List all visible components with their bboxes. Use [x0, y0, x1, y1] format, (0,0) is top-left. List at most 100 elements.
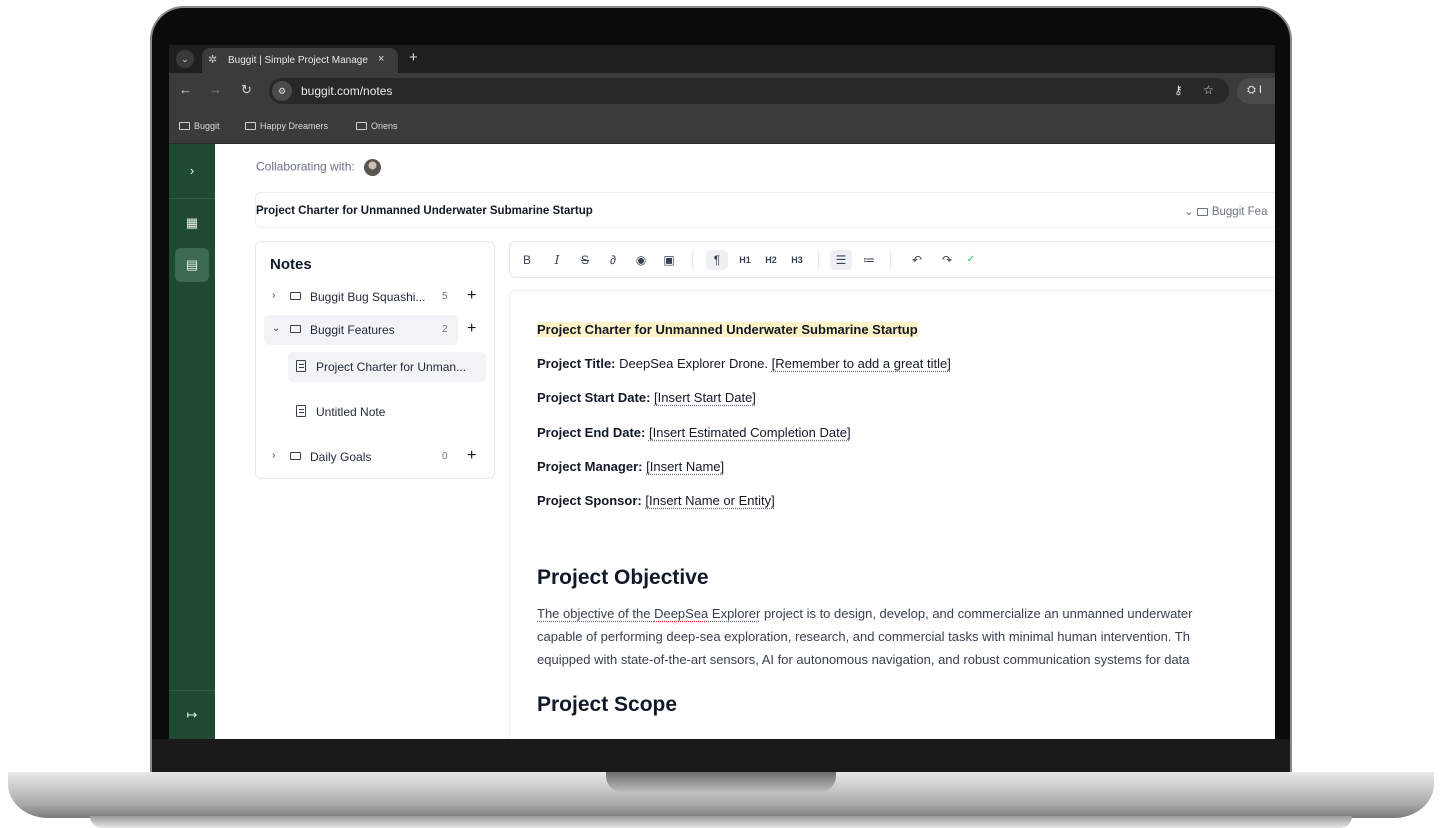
address-bar[interactable]: ⚙ buggit.com/notes ⚷ ☆ — [269, 78, 1229, 104]
ordered-list-button[interactable]: ≔ — [858, 250, 880, 270]
laptop-base-shadow — [90, 816, 1352, 828]
image-icon[interactable]: ▣ — [658, 250, 680, 270]
heading-3-button[interactable]: H3 — [786, 250, 808, 270]
tab-title: Buggit | Simple Project Manage — [228, 55, 368, 66]
browser-tab-active[interactable]: ✲ Buggit | Simple Project Manage × — [202, 48, 398, 73]
folder-label: Buggit Bug Squashi... — [310, 290, 426, 304]
folder-icon — [290, 292, 301, 300]
bold-button[interactable]: B — [516, 250, 538, 270]
incognito-label: I — [1258, 84, 1262, 96]
folder-label: Buggit Features — [310, 323, 395, 337]
saved-check-icon: ✓ — [966, 254, 976, 265]
collaborators: Collaborating with: — [256, 159, 382, 176]
chevron-right-icon[interactable]: › — [272, 450, 275, 461]
folder-icon — [356, 122, 367, 130]
paragraph-button[interactable]: ¶ — [706, 250, 728, 270]
toolbar-separator — [692, 251, 693, 269]
note-item-untitled[interactable]: Untitled Note — [288, 397, 486, 427]
site-info-icon[interactable]: ⚙ — [272, 81, 292, 101]
password-key-icon[interactable]: ⚷ — [1174, 83, 1183, 97]
chevron-down-icon[interactable]: ⌄ — [272, 323, 280, 334]
laptop-bezel-bottom — [152, 739, 1290, 775]
bookmark-happy-dreamers[interactable]: Happy Dreamers — [245, 121, 328, 131]
field-sponsor: Project Sponsor: [Insert Name or Entity] — [537, 493, 775, 508]
reload-icon[interactable]: ↻ — [241, 82, 252, 98]
folder-icon — [1196, 208, 1208, 216]
objective-line: equipped with state-of-the-art sensors, … — [537, 652, 1190, 667]
bookmark-star-icon[interactable]: ☆ — [1203, 83, 1214, 97]
tab-search-icon[interactable]: ⌄ — [176, 50, 194, 68]
folder-icon — [245, 122, 256, 130]
browser-tab-bar: ⌄ ✲ Buggit | Simple Project Manage × + — [169, 45, 1275, 73]
forward-icon[interactable]: → — [209, 82, 222, 97]
folder-icon — [290, 325, 301, 333]
field-end-date: Project End Date: [Insert Estimated Comp… — [537, 425, 851, 440]
note-item-project-charter[interactable]: Project Charter for Unman... — [288, 352, 486, 382]
folder-row-bug-squashing[interactable]: › Buggit Bug Squashi... 5 + — [264, 282, 488, 312]
heading-1-button[interactable]: H1 — [734, 250, 756, 270]
folder-row-buggit-features[interactable]: ⌄ Buggit Features 2 — [264, 315, 458, 345]
document-icon — [296, 405, 306, 417]
add-note-icon[interactable]: + — [467, 320, 476, 338]
screen: ⌄ ✲ Buggit | Simple Project Manage × + ←… — [169, 45, 1275, 739]
notes-nav-icon[interactable]: ▤ — [175, 248, 209, 282]
collaborating-label: Collaborating with: — [256, 159, 355, 174]
bookmark-oriens[interactable]: Oriens — [356, 121, 398, 131]
incognito-badge[interactable]: ⛭ I — [1237, 78, 1275, 104]
folder-icon — [290, 452, 301, 460]
objective-paragraph: The objective of the DeepSea Explorer pr… — [537, 602, 1275, 671]
sidebar-rail: › ▦ ▤ ↦ — [169, 144, 215, 739]
document-heading-line: Project Charter for Unmanned Underwater … — [537, 322, 918, 337]
chevron-down-icon: ⌄ — [1184, 206, 1194, 218]
folder-count: 0 — [442, 451, 448, 462]
strikethrough-button[interactable]: S — [574, 250, 596, 270]
field-start-date: Project Start Date: [Insert Start Date] — [537, 390, 756, 405]
redo-button[interactable]: ↷ — [936, 250, 958, 270]
document-title[interactable]: Project Charter for Unmanned Underwater … — [256, 205, 593, 217]
palette-icon[interactable]: ◉ — [630, 250, 652, 270]
note-label: Untitled Note — [316, 405, 386, 419]
notes-heading: Notes — [270, 256, 312, 273]
editor-content[interactable]: Project Charter for Unmanned Underwater … — [509, 290, 1275, 739]
bug-favicon-icon: ✲ — [208, 54, 218, 66]
expand-sidebar-icon[interactable]: › — [175, 154, 209, 188]
toolbar-separator — [818, 251, 819, 269]
dashboard-grid-icon[interactable]: ▦ — [175, 206, 209, 240]
notes-panel: Notes › Buggit Bug Squashi... 5 + ⌄ Bugg… — [255, 241, 495, 479]
add-note-icon[interactable]: + — [467, 447, 476, 465]
rail-divider — [169, 198, 215, 199]
add-note-icon[interactable]: + — [467, 287, 476, 305]
folder-label: Daily Goals — [310, 450, 372, 464]
objective-line: The objective of the DeepSea Explorer pr… — [537, 606, 1193, 621]
laptop-notch — [606, 772, 836, 792]
folder-icon — [179, 122, 190, 130]
note-label: Project Charter for Unman... — [316, 360, 467, 374]
scope-heading: Project Scope — [537, 693, 678, 716]
folder-selector[interactable]: ⌄ Buggit Fea — [1184, 204, 1267, 218]
close-tab-icon[interactable]: × — [378, 53, 384, 65]
bullet-list-button[interactable]: ☰ — [830, 250, 852, 270]
back-icon[interactable]: ← — [179, 82, 192, 97]
chevron-right-icon[interactable]: › — [272, 290, 275, 301]
rail-divider-bottom — [169, 690, 215, 691]
undo-button[interactable]: ↶ — [906, 250, 928, 270]
objective-heading: Project Objective — [537, 566, 709, 589]
document-title-bar: Project Charter for Unmanned Underwater … — [255, 192, 1275, 228]
app-root: › ▦ ▤ ↦ Collaborating with: Project Char… — [169, 144, 1275, 739]
url-text[interactable]: buggit.com/notes — [301, 84, 392, 98]
bookmark-buggit[interactable]: Buggit — [179, 121, 220, 131]
field-project-title: Project Title: DeepSea Explorer Drone. [… — [537, 356, 951, 371]
italic-button[interactable]: I — [546, 250, 568, 270]
logout-icon[interactable]: ↦ — [175, 698, 209, 732]
folder-count: 2 — [442, 324, 448, 335]
heading-2-button[interactable]: H2 — [760, 250, 782, 270]
incognito-icon: ⛭ — [1247, 84, 1256, 96]
objective-line: capable of performing deep-sea explorati… — [537, 629, 1190, 644]
browser-toolbar: ← → ↻ ⚙ buggit.com/notes ⚷ ☆ ⛭ I — [169, 73, 1275, 109]
bookmarks-bar: Buggit Happy Dreamers Oriens — [169, 109, 1275, 144]
avatar[interactable] — [364, 159, 382, 176]
document-icon — [296, 360, 306, 372]
link-icon[interactable]: ∂ — [602, 250, 624, 270]
folder-row-daily-goals[interactable]: › Daily Goals 0 + — [264, 442, 488, 472]
new-tab-icon[interactable]: + — [409, 49, 418, 66]
